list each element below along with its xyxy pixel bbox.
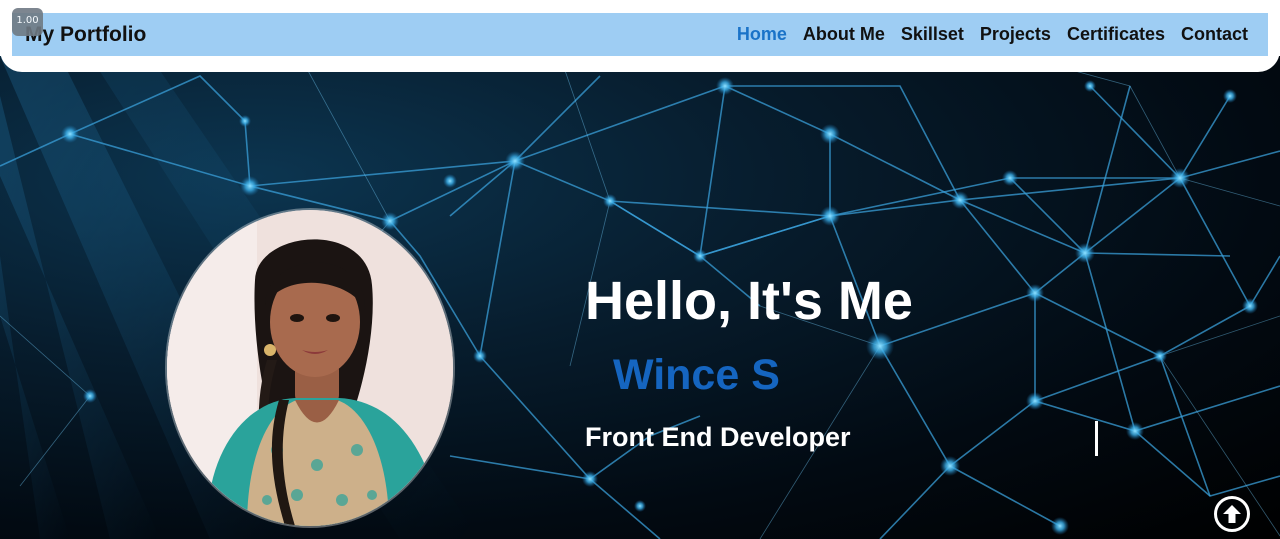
brand-logo[interactable]: My Portfolio <box>25 23 146 47</box>
portfolio-page: 1.00 My Portfolio Home About Me Skillset… <box>0 0 1280 539</box>
arrow-up-circle-icon <box>1223 505 1241 523</box>
typing-cursor <box>1095 421 1098 456</box>
hero-greeting: Hello, It's Me <box>585 271 913 331</box>
nav-link-contact[interactable]: Contact <box>1181 24 1248 45</box>
navbar: My Portfolio Home About Me Skillset Proj… <box>12 13 1268 56</box>
profile-photo <box>167 210 453 526</box>
nav-link-projects[interactable]: Projects <box>980 24 1051 45</box>
nav-link-home[interactable]: Home <box>737 24 787 45</box>
scroll-to-top-button[interactable] <box>1214 496 1250 532</box>
profile-portrait-illustration <box>167 210 453 526</box>
nav-link-about-me[interactable]: About Me <box>803 24 885 45</box>
site-header: My Portfolio Home About Me Skillset Proj… <box>0 0 1280 72</box>
nav-link-certificates[interactable]: Certificates <box>1067 24 1165 45</box>
nav-links: Home About Me Skillset Projects Certific… <box>737 24 1248 45</box>
hero-role: Front End Developer <box>585 422 851 452</box>
zoom-level-badge: 1.00 <box>12 8 43 36</box>
hero-name: Wince S <box>613 351 780 399</box>
nav-link-skillset[interactable]: Skillset <box>901 24 964 45</box>
hero-section: Hello, It's Me Wince S Front End Develop… <box>0 56 1280 539</box>
